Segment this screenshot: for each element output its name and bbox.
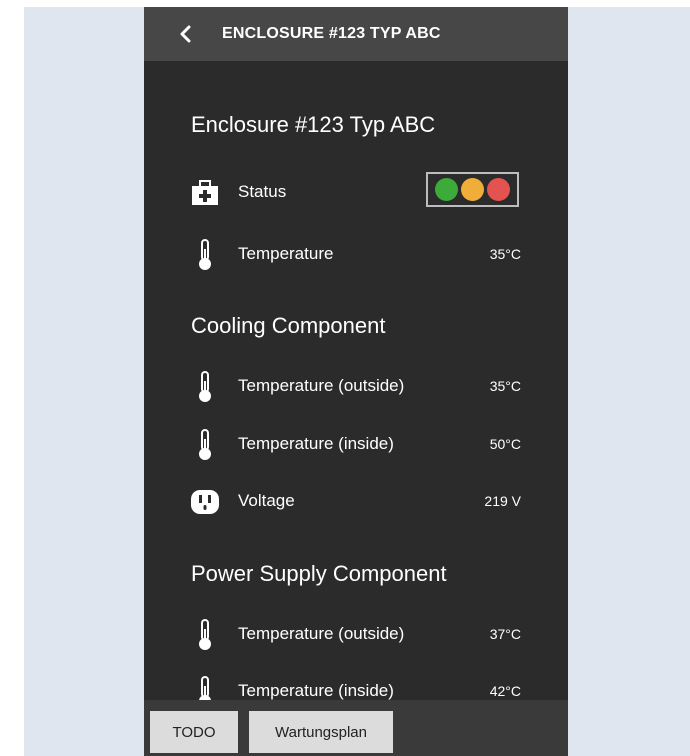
temperature-value: 35°C <box>489 246 521 262</box>
voltage-label: Voltage <box>238 491 295 510</box>
page-title: ENCLOSURE #123 TYP ABC <box>222 25 441 42</box>
enclosure-temperature-row: Temperature 35°C <box>144 234 568 274</box>
thermometer-icon <box>190 429 220 460</box>
bottom-toolbar: TODO Wartungsplan <box>144 700 568 756</box>
temperature-label: Temperature <box>238 244 334 263</box>
todo-button[interactable]: TODO <box>150 711 238 753</box>
first-aid-kit-icon <box>190 178 220 208</box>
temperature-outside-label: Temperature (outside) <box>238 376 405 395</box>
section-title-cooling: Cooling Component <box>191 313 386 338</box>
temperature-outside-value: 35°C <box>489 378 521 394</box>
thermometer-icon <box>190 619 220 650</box>
header-bar: ENCLOSURE #123 TYP ABC <box>144 7 568 61</box>
status-green-light <box>435 178 458 201</box>
temperature-inside-value: 42°C <box>489 683 521 699</box>
thermometer-icon <box>190 371 220 402</box>
cooling-temp-outside-row: Temperature (outside) 35°C <box>144 366 568 406</box>
power-outlet-icon <box>190 487 220 517</box>
status-red-light <box>487 178 510 201</box>
temperature-inside-label: Temperature (inside) <box>238 434 394 453</box>
cooling-temp-inside-row: Temperature (inside) 50°C <box>144 424 568 464</box>
app-window: ENCLOSURE #123 TYP ABC Enclosure #123 Ty… <box>144 7 568 756</box>
status-traffic-light <box>426 172 519 207</box>
cooling-voltage-row: Voltage 219 V <box>144 481 568 521</box>
section-title-power-supply: Power Supply Component <box>191 561 447 586</box>
power-temp-outside-row: Temperature (outside) 37°C <box>144 614 568 654</box>
temperature-inside-label: Temperature (inside) <box>238 681 394 700</box>
section-title-enclosure: Enclosure #123 Typ ABC <box>191 112 436 137</box>
back-button[interactable] <box>172 20 200 48</box>
status-yellow-light <box>461 178 484 201</box>
temperature-outside-label: Temperature (outside) <box>238 624 405 643</box>
chevron-left-icon <box>180 25 191 43</box>
temperature-outside-value: 37°C <box>489 626 521 642</box>
temperature-inside-value: 50°C <box>489 436 521 452</box>
status-label: Status <box>238 182 287 201</box>
voltage-value: 219 V <box>484 493 521 509</box>
maintenance-plan-button[interactable]: Wartungsplan <box>249 711 393 753</box>
thermometer-icon <box>190 239 220 270</box>
status-row: Status <box>144 172 568 212</box>
